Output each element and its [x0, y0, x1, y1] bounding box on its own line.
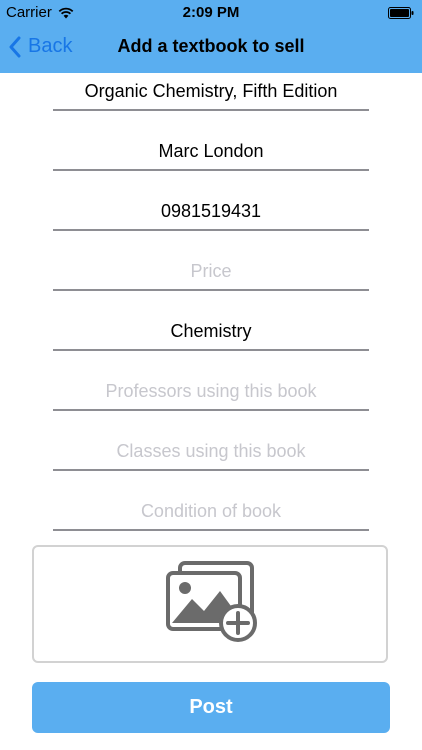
- navigation-bar: Back Add a textbook to sell: [0, 26, 422, 73]
- post-button[interactable]: Post: [32, 682, 390, 733]
- isbn-field[interactable]: [53, 193, 369, 231]
- condition-field[interactable]: [53, 493, 369, 531]
- book-title-field[interactable]: [53, 73, 369, 111]
- status-bar: Carrier 2:09 PM: [0, 0, 422, 26]
- price-field[interactable]: [53, 253, 369, 291]
- classes-field[interactable]: [53, 433, 369, 471]
- professors-field[interactable]: [53, 373, 369, 411]
- status-time: 2:09 PM: [182, 4, 240, 21]
- battery-icon: [388, 7, 414, 19]
- page-title: Add a textbook to sell: [117, 36, 305, 56]
- subject-field[interactable]: [53, 313, 369, 351]
- author-field[interactable]: [53, 133, 369, 171]
- add-photo-button[interactable]: [32, 545, 388, 663]
- post-label: Post: [189, 696, 233, 718]
- add-image-icon: [166, 561, 257, 642]
